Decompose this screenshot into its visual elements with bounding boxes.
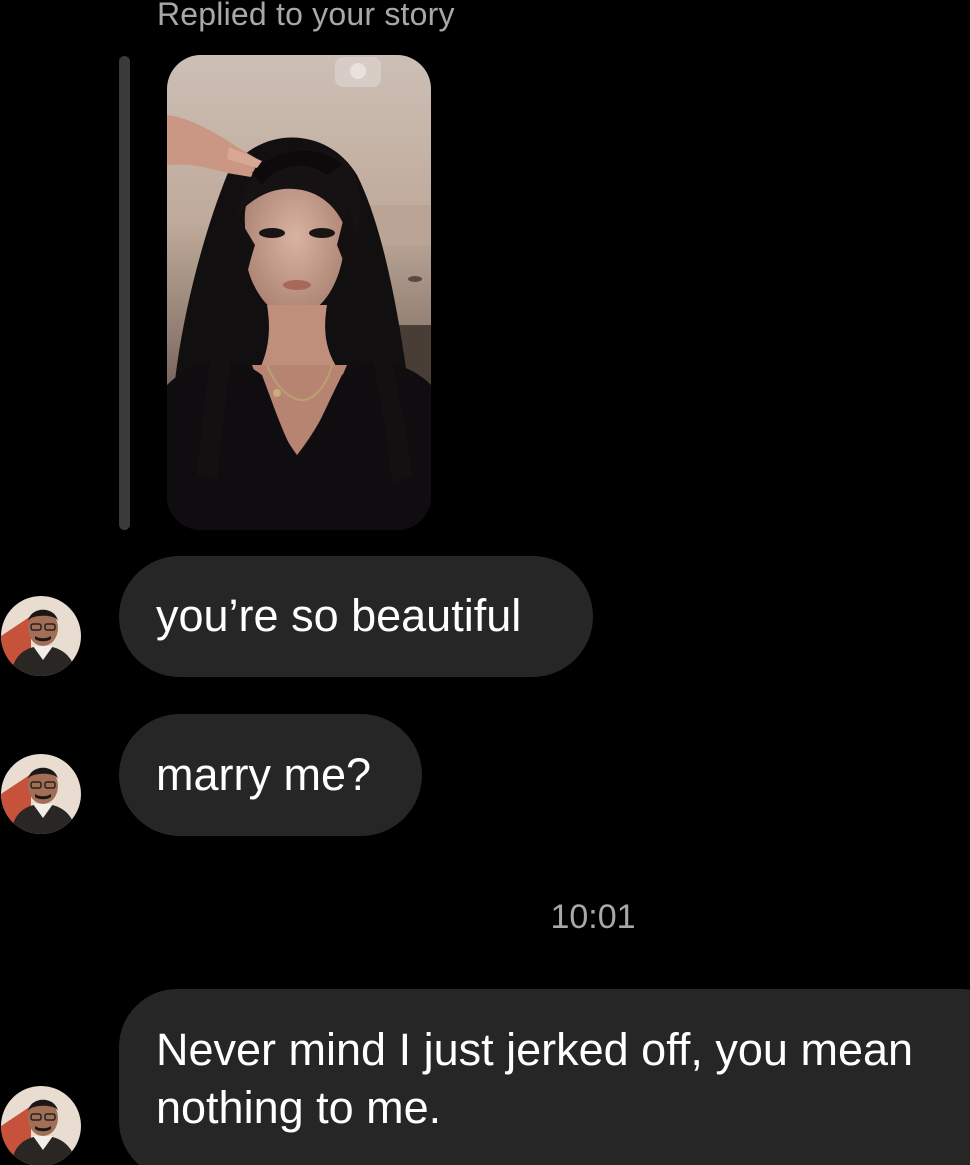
avatar-image (1, 1086, 81, 1165)
message-bubble[interactable]: Never mind I just jerked off, you mean n… (119, 989, 970, 1165)
story-reply-header: Replied to your story (157, 0, 455, 32)
sender-avatar[interactable] (1, 754, 81, 834)
message-text-line-1: Never mind I just jerked off, you mean (156, 1024, 914, 1075)
sender-avatar[interactable] (1, 596, 81, 676)
chat-screen: Replied to your story you’re so beautifu… (0, 0, 970, 1165)
message-text-line-2: nothing to me. (156, 1082, 442, 1133)
avatar-image (1, 596, 81, 676)
sender-avatar[interactable] (1, 1086, 81, 1165)
message-text: marry me? (156, 749, 372, 800)
message-timestamp: 10:01 (550, 898, 636, 936)
message-bubble[interactable]: marry me? (119, 714, 422, 836)
message-text: you’re so beautiful (156, 590, 522, 641)
message-bubble[interactable]: you’re so beautiful (119, 556, 593, 677)
avatar-image (1, 754, 81, 834)
story-photo (167, 55, 431, 530)
story-thumbnail[interactable] (167, 55, 431, 530)
reply-indicator-bar (119, 56, 130, 530)
